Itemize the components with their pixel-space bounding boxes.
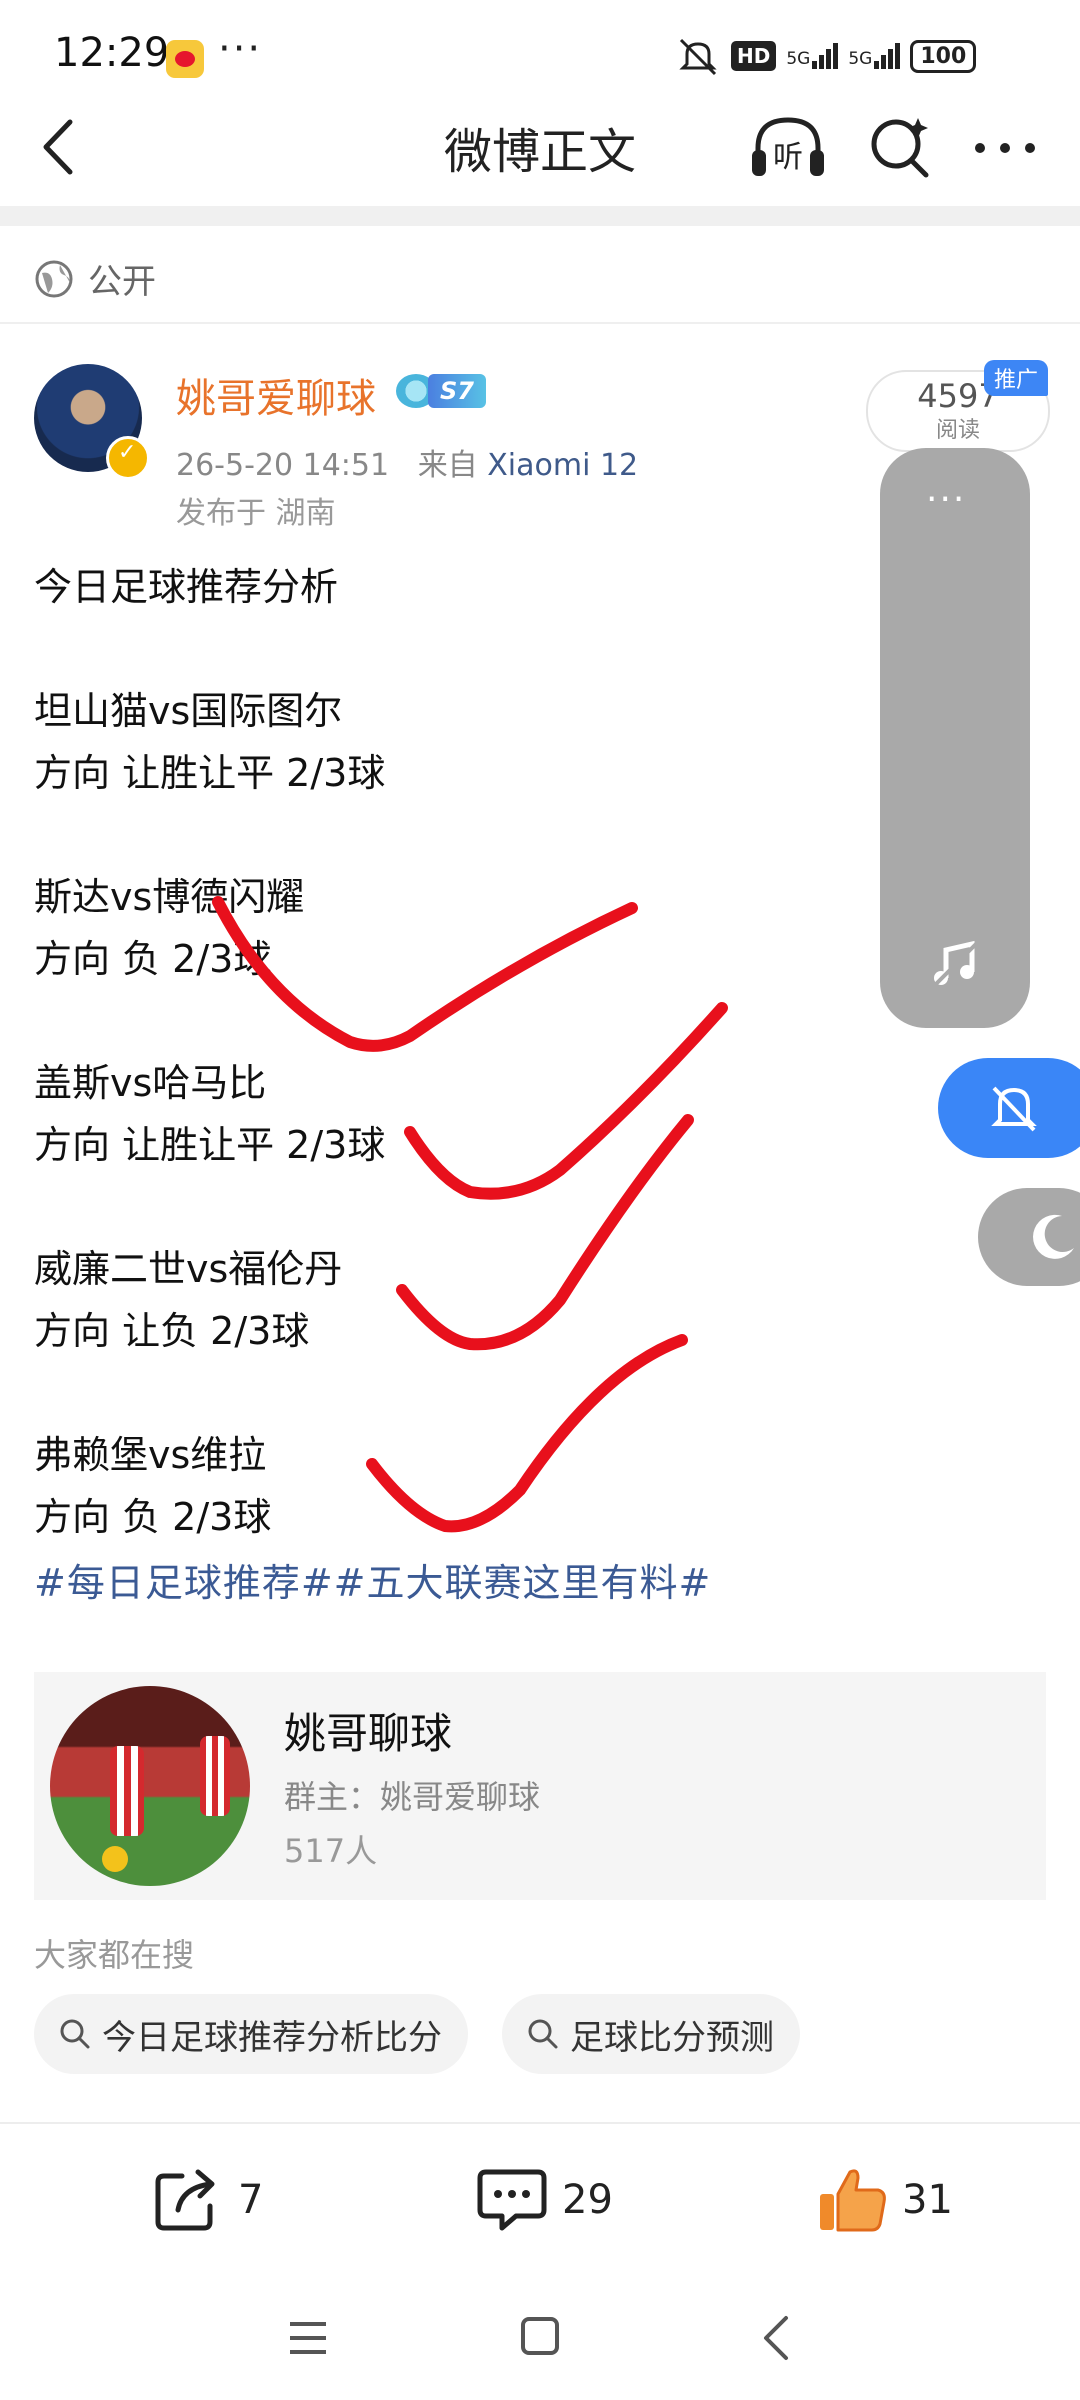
- comment-count: 29: [562, 2177, 613, 2223]
- hashtag-text[interactable]: #每日足球推荐##五大联赛这里有料#: [34, 1561, 711, 1605]
- group-members: 517人: [284, 1832, 378, 1870]
- group-owner: 群主：姚哥爱聊球: [284, 1778, 541, 1816]
- listen-button[interactable]: 听: [748, 112, 828, 186]
- post-line: 方向 让胜让平 2/3球: [34, 751, 386, 795]
- panel-more-dots[interactable]: ···: [926, 482, 966, 518]
- more-button[interactable]: [970, 118, 1040, 182]
- floating-player-panel[interactable]: ···: [880, 448, 1030, 1028]
- hashtag-links[interactable]: #每日足球推荐##五大联赛这里有料#: [34, 1552, 711, 1607]
- post-line: 方向 负 2/3球: [34, 1495, 272, 1539]
- status-more-dots: ···: [218, 26, 263, 72]
- ball-icon: [102, 1846, 128, 1872]
- search-heading: 大家都在搜: [34, 1936, 195, 1974]
- system-back-button[interactable]: [758, 2314, 794, 2366]
- group-name: 姚哥聊球: [284, 1709, 453, 1758]
- listen-icon: 听: [752, 117, 824, 176]
- post-line: 坦山猫vs国际图尔: [34, 689, 343, 733]
- back-arrow-icon: [764, 2316, 788, 2360]
- moon-icon: [1033, 1214, 1074, 1259]
- signal-1-icon: 5G: [786, 43, 839, 69]
- player-figure: [110, 1746, 144, 1836]
- thumbs-up-icon: [820, 2169, 886, 2232]
- comment-button[interactable]: 29: [476, 2164, 613, 2236]
- music-off-icon[interactable]: [930, 938, 980, 988]
- post-line: 今日足球推荐分析: [34, 565, 339, 609]
- level-badge[interactable]: S7: [396, 374, 486, 408]
- system-menu-button[interactable]: [286, 2316, 330, 2364]
- search-chip[interactable]: 足球比分预测: [502, 1994, 800, 2074]
- repost-button[interactable]: 7: [152, 2164, 263, 2236]
- check-mark: [396, 1114, 694, 1351]
- group-avatar: [50, 1686, 250, 1886]
- search-chip-label: 足球比分预测: [570, 2017, 774, 2058]
- signal-2-icon: 5G: [848, 43, 901, 69]
- network-type-2: 5G: [848, 49, 873, 69]
- battery-indicator: 100: [910, 39, 977, 73]
- mute-notification-button[interactable]: [938, 1058, 1080, 1158]
- group-card[interactable]: 姚哥聊球 群主：姚哥爱聊球 517人: [34, 1672, 1046, 1900]
- post-line: 方向 负 2/3球: [34, 937, 272, 981]
- read-label: 阅读: [935, 418, 980, 443]
- level-label: S7: [428, 374, 486, 408]
- post-time: 26-5-20 14:51: [176, 448, 390, 483]
- search-icon: [528, 2019, 558, 2049]
- check-mark: [366, 1334, 688, 1533]
- network-type-1: 5G: [786, 49, 811, 69]
- repost-count: 7: [238, 2177, 264, 2223]
- section-divider: [0, 206, 1080, 226]
- globe-icon: [35, 260, 73, 297]
- status-time: 12:29: [54, 30, 170, 76]
- comment-icon: [477, 2169, 547, 2231]
- search-icon: [60, 2019, 90, 2049]
- search-chip[interactable]: 今日足球推荐分析比分: [34, 1994, 468, 2074]
- post-line: 弗赖堡vs维拉: [34, 1433, 267, 1477]
- like-count: 31: [902, 2177, 953, 2223]
- listen-label: 听: [773, 140, 803, 175]
- bell-off-icon: [991, 1086, 1037, 1132]
- visibility-label: 公开: [88, 262, 156, 302]
- search-button[interactable]: [866, 112, 936, 186]
- system-home-button[interactable]: [518, 2314, 562, 2362]
- divider: [0, 322, 1080, 324]
- source-prefix: 来自: [417, 448, 478, 483]
- post-line: 斯达vs博德闪耀: [34, 875, 305, 919]
- menu-icon: [290, 2322, 326, 2354]
- player-figure: [200, 1736, 230, 1816]
- post-line: 盖斯vs哈马比: [34, 1061, 267, 1105]
- visibility-row: 公开: [34, 254, 156, 303]
- post-meta: 26-5-20 14:51 来自 Xiaomi 12: [176, 440, 638, 484]
- weibo-app-icon: [166, 40, 204, 78]
- search-icon: [871, 118, 929, 178]
- promo-tag: 推广: [984, 360, 1049, 396]
- hd-badge: HD: [731, 41, 777, 71]
- search-chip-label: 今日足球推荐分析比分: [102, 2017, 442, 2058]
- check-mark: [404, 1002, 728, 1200]
- mute-icon: [679, 38, 717, 76]
- verified-badge-icon: [106, 436, 150, 480]
- night-mode-button[interactable]: [978, 1188, 1080, 1286]
- divider: [0, 2122, 1080, 2124]
- check-mark: [212, 896, 638, 1052]
- post-location: 发布于 湖南: [176, 496, 336, 531]
- more-icon: [975, 143, 1035, 153]
- status-indicators: HD 5G 5G 100: [675, 36, 977, 76]
- like-button[interactable]: 31: [816, 2164, 953, 2236]
- source-device[interactable]: Xiaomi 12: [487, 448, 638, 483]
- post-line: 威廉二世vs福伦丹: [34, 1247, 343, 1291]
- home-square-icon: [521, 2317, 559, 2355]
- post-line: 方向 让胜让平 2/3球: [34, 1123, 386, 1167]
- post-line: 方向 让负 2/3球: [34, 1309, 310, 1353]
- author-name[interactable]: 姚哥爱聊球: [176, 366, 376, 424]
- repost-icon: [155, 2169, 215, 2231]
